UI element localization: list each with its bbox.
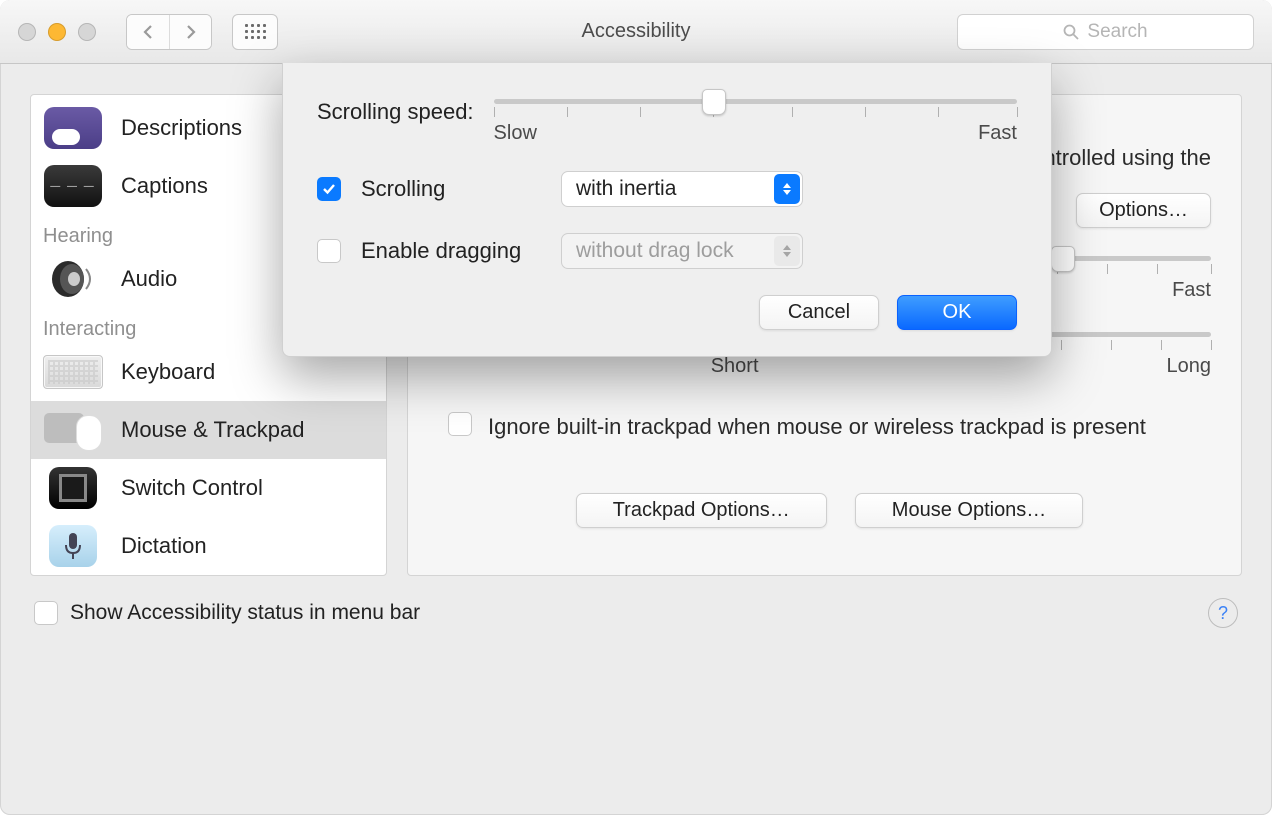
select-stepper-icon bbox=[774, 236, 800, 266]
options-button[interactable]: Options… bbox=[1076, 193, 1211, 228]
scrolling-select[interactable]: with inertia bbox=[561, 171, 803, 207]
nav-buttons bbox=[126, 14, 212, 50]
show-all-button[interactable] bbox=[232, 14, 278, 50]
ignore-trackpad-checkbox[interactable] bbox=[448, 412, 472, 436]
search-placeholder: Search bbox=[1087, 21, 1147, 43]
slider-max-label: Fast bbox=[1172, 279, 1211, 302]
sidebar-item-label: Audio bbox=[121, 266, 177, 292]
back-button[interactable] bbox=[127, 15, 169, 49]
grid-icon bbox=[245, 24, 266, 39]
sidebar-item-label: Mouse & Trackpad bbox=[121, 417, 304, 443]
main-intro-text: ntrolled using the bbox=[1043, 145, 1211, 171]
zoom-window-button[interactable] bbox=[78, 23, 96, 41]
show-status-checkbox[interactable] bbox=[34, 601, 58, 625]
enable-dragging-checkbox[interactable] bbox=[317, 239, 341, 263]
speaker-icon bbox=[43, 257, 103, 301]
cancel-button[interactable]: Cancel bbox=[759, 295, 879, 330]
keyboard-icon bbox=[43, 355, 103, 389]
sidebar-item-mouse-trackpad[interactable]: Mouse & Trackpad bbox=[31, 401, 386, 459]
titlebar: Accessibility Search bbox=[0, 0, 1272, 64]
help-button[interactable]: ? bbox=[1208, 598, 1238, 628]
sidebar-item-dictation[interactable]: Dictation bbox=[31, 517, 386, 575]
enable-dragging-label: Enable dragging bbox=[361, 238, 541, 264]
scrolling-checkbox[interactable] bbox=[317, 177, 341, 201]
slider-max-label: Fast bbox=[978, 122, 1017, 145]
select-value: with inertia bbox=[562, 177, 690, 201]
switch-control-icon bbox=[49, 467, 97, 509]
slider-min-label: Slow bbox=[494, 122, 537, 145]
descriptions-icon bbox=[44, 107, 102, 149]
window-controls bbox=[18, 23, 96, 41]
select-value: without drag lock bbox=[562, 239, 748, 263]
dragging-select: without drag lock bbox=[561, 233, 803, 269]
slider-min-label: Short bbox=[711, 355, 759, 378]
trackpad-options-sheet: Scrolling speed: Slow Fast Scrolling wit… bbox=[282, 63, 1052, 357]
dictation-icon bbox=[49, 525, 97, 567]
sidebar-item-label: Dictation bbox=[121, 533, 207, 559]
mouse-options-button[interactable]: Mouse Options… bbox=[855, 493, 1084, 528]
sidebar-item-label: Captions bbox=[121, 173, 208, 199]
sidebar-item-label: Keyboard bbox=[121, 359, 215, 385]
scrolling-speed-slider[interactable]: Slow Fast bbox=[494, 99, 1017, 145]
scrolling-label: Scrolling bbox=[361, 176, 541, 202]
search-field[interactable]: Search bbox=[957, 14, 1254, 50]
sidebar-item-label: Switch Control bbox=[121, 475, 263, 501]
sidebar-item-label: Descriptions bbox=[121, 115, 242, 141]
captions-icon: ― ― ― bbox=[44, 165, 102, 207]
system-preferences-window: Accessibility Search Descriptions ― ― ― … bbox=[0, 0, 1272, 815]
search-icon bbox=[1063, 24, 1079, 40]
minimize-window-button[interactable] bbox=[48, 23, 66, 41]
show-status-label: Show Accessibility status in menu bar bbox=[70, 601, 420, 625]
scrolling-speed-label: Scrolling speed: bbox=[317, 99, 474, 125]
footer: Show Accessibility status in menu bar ? bbox=[0, 586, 1272, 648]
ignore-trackpad-label: Ignore built-in trackpad when mouse or w… bbox=[488, 412, 1146, 443]
slider-max-label: Long bbox=[1167, 355, 1212, 378]
close-window-button[interactable] bbox=[18, 23, 36, 41]
select-stepper-icon bbox=[774, 174, 800, 204]
mouse-trackpad-icon bbox=[44, 409, 102, 451]
sidebar-item-switch-control[interactable]: Switch Control bbox=[31, 459, 386, 517]
forward-button[interactable] bbox=[169, 15, 211, 49]
ok-button[interactable]: OK bbox=[897, 295, 1017, 330]
trackpad-options-button[interactable]: Trackpad Options… bbox=[576, 493, 827, 528]
